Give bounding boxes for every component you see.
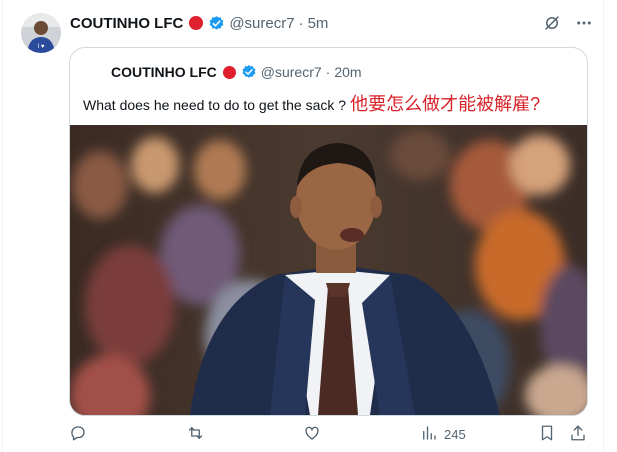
svg-text:I ♥: I ♥ <box>38 44 45 50</box>
display-name[interactable]: COUTINHO LFC <box>70 15 183 32</box>
tweet-header: COUTINHO LFC @surecr7 · 5m <box>70 13 328 33</box>
quoted-display-name: COUTINHO LFC <box>111 64 217 80</box>
retweet-icon <box>186 424 205 445</box>
red-circle-emoji <box>189 16 204 30</box>
quoted-tweet-text: What does he need to do to get the sack … <box>83 90 540 116</box>
reply-button[interactable] <box>69 424 87 445</box>
quoted-photo[interactable] <box>70 125 587 415</box>
separator-dot: · <box>325 64 331 80</box>
bookmark-button[interactable] <box>538 424 556 445</box>
share-button[interactable] <box>569 424 587 445</box>
views-icon <box>420 424 438 445</box>
quoted-handle: @surecr7 <box>260 64 322 80</box>
timeline-border-left <box>2 0 3 452</box>
separator-dot: · <box>298 14 304 32</box>
verified-badge-icon <box>241 64 257 80</box>
bookmark-icon <box>538 424 556 445</box>
avatar[interactable]: I ♥ <box>21 13 61 53</box>
quoted-text-en: What does he need to do to get the sack … <box>83 97 347 113</box>
retweet-button[interactable] <box>186 424 205 445</box>
timeline-border-right <box>603 0 604 452</box>
verified-badge-icon[interactable] <box>208 15 225 32</box>
quoted-tweet-card[interactable]: COUTINHO LFC @surecr7 · 20m What does he… <box>69 47 588 416</box>
like-button[interactable] <box>303 424 321 445</box>
red-circle-emoji <box>222 65 236 79</box>
share-icon <box>569 424 587 445</box>
more-icon[interactable] <box>575 14 593 32</box>
timestamp[interactable]: 5m <box>308 15 329 32</box>
quoted-timestamp: 20m <box>334 64 362 80</box>
like-icon <box>303 424 321 445</box>
quoted-text-zh: 他要怎么做才能被解雇? <box>350 94 541 114</box>
quoted-tweet-header: COUTINHO LFC @surecr7 · 20m <box>111 64 362 80</box>
handle[interactable]: @surecr7 <box>229 15 294 32</box>
views-button[interactable]: 245 <box>420 424 466 445</box>
grok-icon[interactable] <box>543 14 561 32</box>
reply-icon <box>69 424 87 445</box>
views-count: 245 <box>444 427 466 442</box>
top-actions <box>543 14 593 32</box>
action-bar: 245 <box>0 424 617 452</box>
